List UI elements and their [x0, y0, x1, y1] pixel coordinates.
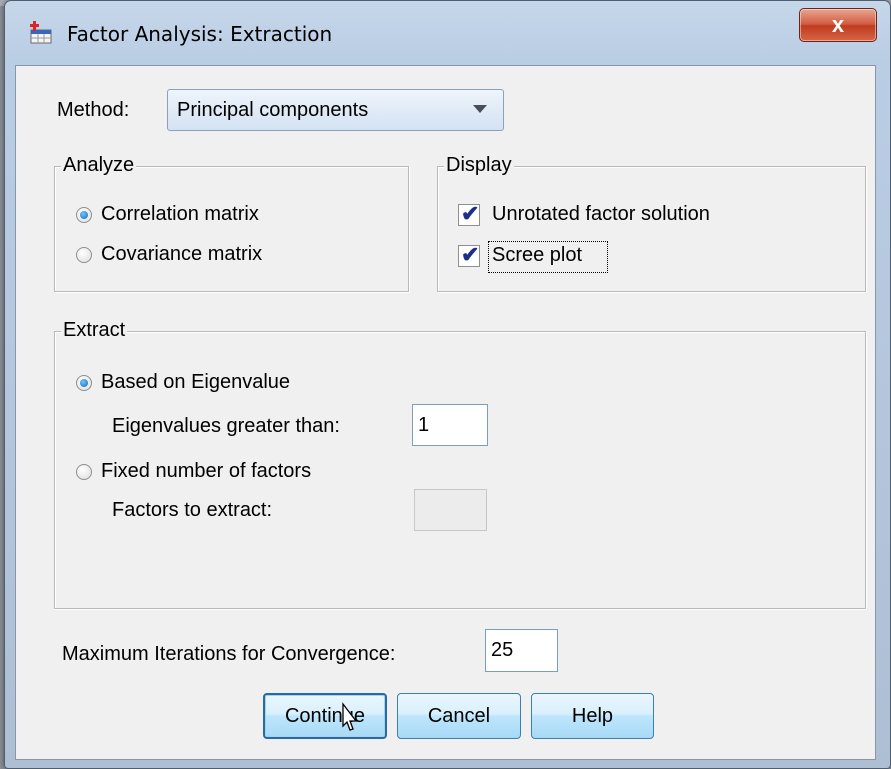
method-select[interactable]: Principal components — [167, 89, 504, 131]
scree-plot-checkbox[interactable]: ✔ — [458, 242, 480, 267]
scree-plot-label: Scree plot — [492, 244, 583, 266]
dialog-body: Method: Principal components Analyze Cor… — [15, 65, 876, 760]
fixed-factors-label: Fixed number of factors — [101, 460, 312, 482]
extract-group: Extract Based on Eigenvalue Eigenvalues … — [54, 319, 866, 609]
app-icon — [30, 21, 52, 44]
method-label: Method: — [57, 99, 130, 121]
cancel-button[interactable]: Cancel — [397, 693, 521, 739]
eigenvalue-threshold-input[interactable] — [412, 404, 488, 446]
cancel-button-label: Cancel — [427, 704, 491, 727]
method-selected-value: Principal components — [177, 99, 369, 121]
display-group: Display ✔ Unrotated factor solution ✔ Sc… — [437, 154, 866, 292]
title-bar[interactable]: Factor Analysis: Extraction x — [5, 1, 890, 65]
help-button-label: Help — [571, 704, 614, 727]
help-button[interactable]: Help — [531, 693, 654, 739]
checkmark-icon: ✔ — [461, 201, 480, 226]
analyze-group: Analyze Correlation matrix Covariance ma… — [54, 154, 409, 292]
covariance-matrix-label: Covariance matrix — [101, 243, 263, 265]
max-iterations-input[interactable] — [485, 629, 558, 672]
continue-button[interactable]: Continue — [263, 693, 387, 739]
fixed-factors-radio[interactable] — [76, 464, 92, 480]
correlation-matrix-radio[interactable] — [76, 207, 92, 223]
unrotated-solution-checkbox[interactable]: ✔ — [458, 201, 480, 226]
close-button[interactable]: x — [799, 8, 877, 42]
window-title: Factor Analysis: Extraction — [67, 22, 333, 46]
display-legend: Display — [444, 154, 514, 177]
covariance-matrix-radio[interactable] — [76, 247, 92, 263]
eigenvalue-label: Based on Eigenvalue — [101, 371, 291, 393]
factors-to-extract-input[interactable] — [414, 489, 487, 531]
mouse-pointer-icon — [342, 702, 358, 731]
max-iterations-label: Maximum Iterations for Convergence: — [62, 643, 396, 665]
extract-legend: Extract — [61, 319, 128, 342]
correlation-matrix-label: Correlation matrix — [101, 203, 259, 225]
factor-extraction-dialog: Factor Analysis: Extraction x Method: Pr… — [4, 0, 891, 769]
factors-to-extract-label: Factors to extract: — [112, 499, 273, 521]
analyze-legend: Analyze — [61, 154, 137, 177]
eigenvalue-radio[interactable] — [76, 375, 92, 391]
chevron-down-icon — [473, 105, 487, 113]
checkmark-icon: ✔ — [461, 242, 480, 267]
eigenvalue-threshold-label: Eigenvalues greater than: — [112, 415, 340, 437]
close-icon: x — [831, 12, 845, 37]
unrotated-solution-label: Unrotated factor solution — [492, 203, 710, 225]
